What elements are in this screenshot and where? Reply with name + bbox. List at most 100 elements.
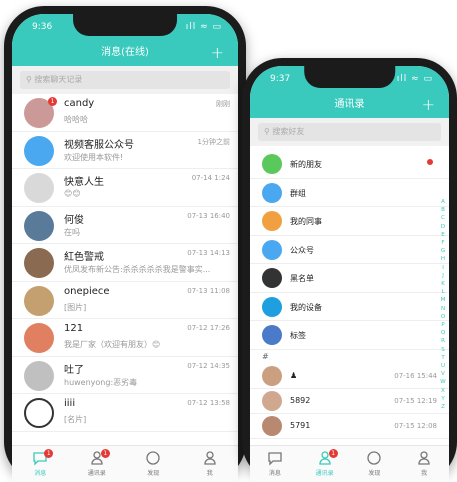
- conversation-name: 视频客服公众号: [64, 139, 134, 151]
- smiley-icon: [24, 398, 54, 428]
- tab-user[interactable]: 我: [190, 450, 230, 477]
- tab-contacts[interactable]: 通讯录 1: [305, 449, 345, 477]
- alphabet-letter[interactable]: U: [439, 362, 447, 370]
- search-placeholder: 搜索聊天记录: [34, 75, 83, 84]
- menu-label: 我的同事: [290, 217, 322, 226]
- alphabet-letter[interactable]: K: [439, 280, 447, 288]
- group-icon: [262, 182, 282, 203]
- status-time: 9:37: [270, 74, 291, 84]
- conversation-row[interactable]: 吐了 huwenyong:恶劣毒 07-12 14:35: [12, 356, 238, 394]
- tab-label: 消息: [268, 470, 281, 477]
- alphabet-letter[interactable]: O: [439, 313, 447, 321]
- conversation-preview: 优凤发布新公告:杀杀杀杀杀我是警事实...: [64, 265, 211, 274]
- conversation-preview: 哈哈哈: [64, 115, 88, 124]
- status-icons: ıll ≈ ▭: [396, 74, 433, 84]
- tab-compass[interactable]: 发现: [354, 450, 394, 477]
- conversation-row[interactable]: 视频客服公众号 欢迎使用本软件! 1分钟之前: [12, 131, 238, 169]
- conversation-row[interactable]: 何俊 在吗 07-13 16:40: [12, 206, 238, 244]
- conversation-row[interactable]: 121 我是厂家（欢迎有朋友）😊 07-12 17:26: [12, 319, 238, 357]
- alphabet-letter[interactable]: S: [439, 346, 447, 354]
- notch: [73, 14, 177, 36]
- menu-label: 公众号: [290, 245, 314, 255]
- new-friend-icon: [262, 154, 282, 174]
- tab-label: 我: [421, 470, 428, 477]
- alphabet-letter[interactable]: T: [439, 354, 447, 362]
- alphabet-letter[interactable]: G: [439, 247, 447, 255]
- conversation-preview: 我是厂家（欢迎有朋友）😊: [64, 340, 161, 349]
- page-title: 消息(在线): [101, 47, 149, 58]
- alphabet-letter[interactable]: B: [439, 206, 447, 214]
- contact-row[interactable]: 5892 07-15 12:19: [250, 388, 449, 414]
- contacts-menu-item[interactable]: 公众号: [250, 235, 449, 264]
- tab-chat[interactable]: 消息: [255, 450, 295, 477]
- menu-label: 新的朋友: [290, 160, 322, 169]
- megaphone-icon: [262, 239, 282, 260]
- contacts-menu-item[interactable]: 标签: [250, 321, 449, 350]
- contact-name: ♟: [290, 370, 298, 380]
- tab-label: 我: [206, 470, 213, 477]
- tab-contacts[interactable]: 通讯录 1: [77, 449, 117, 477]
- compass-icon: [367, 451, 382, 465]
- contact-time: 07-16 15:44: [394, 371, 437, 380]
- alphabet-index[interactable]: ABCDEFGHIJKLMNOPQRSTUVWXYZ: [439, 198, 447, 411]
- alphabet-letter[interactable]: X: [439, 387, 447, 395]
- alphabet-letter[interactable]: D: [439, 223, 447, 231]
- notch: [303, 66, 396, 88]
- contacts-menu-item[interactable]: 我的设备: [250, 292, 449, 321]
- right-screen: 9:37 ıll ≈ ▭ 通讯录 + ⚲ 搜索好友 新的朋友 群组 我的同事 公众号黑…: [250, 66, 449, 482]
- conversation-row[interactable]: candy 哈哈哈 刚刚 1: [12, 94, 238, 132]
- tab-badge: 1: [44, 449, 54, 458]
- left-phone: 9:36 ıll ≈ ▭ 消息(在线) + ⚲ 搜索聊天记录 candy 哈哈哈 刚…: [4, 6, 246, 482]
- alphabet-letter[interactable]: Y: [439, 395, 447, 403]
- alphabet-letter[interactable]: E: [439, 231, 447, 239]
- conversation-row[interactable]: 快意人生 😊😊 07-14 1:24: [12, 169, 238, 207]
- alphabet-letter[interactable]: V: [439, 370, 447, 378]
- add-button[interactable]: +: [211, 40, 224, 66]
- conversation-time: 07-13 11:08: [187, 286, 230, 295]
- tab-badge: 1: [328, 449, 338, 458]
- compass-icon: [146, 451, 160, 465]
- search-icon: ⚲: [264, 127, 270, 136]
- contacts-menu-item[interactable]: 新的朋友: [250, 150, 449, 179]
- alphabet-letter[interactable]: M: [439, 296, 447, 304]
- alphabet-letter[interactable]: P: [439, 321, 447, 329]
- contact-row[interactable]: ♟ 07-16 15:44: [250, 363, 449, 389]
- contact-row[interactable]: 5791 07-15 12:08: [250, 413, 449, 439]
- alphabet-letter[interactable]: H: [439, 255, 447, 263]
- alphabet-letter[interactable]: L: [439, 288, 447, 296]
- alphabet-letter[interactable]: F: [439, 239, 447, 247]
- contacts-menu-item[interactable]: 我的同事: [250, 207, 449, 236]
- conversation-preview: 在吗: [64, 227, 80, 237]
- tab-chat[interactable]: 消息 1: [20, 449, 60, 477]
- alphabet-letter[interactable]: N: [439, 305, 447, 313]
- section-header: #: [262, 351, 269, 361]
- tab-user[interactable]: 我: [404, 450, 444, 477]
- conversation-preview: huwenyong:恶劣毒: [64, 377, 138, 387]
- alphabet-letter[interactable]: Z: [439, 403, 447, 411]
- search-input[interactable]: ⚲ 搜索好友: [258, 123, 441, 141]
- alphabet-letter[interactable]: W: [439, 378, 447, 386]
- contacts-menu-item[interactable]: 黑名单: [250, 264, 449, 293]
- megaphone-icon: [24, 135, 54, 166]
- search-bar: ⚲ 搜索聊天记录: [12, 66, 238, 94]
- device-icon: [262, 296, 282, 317]
- search-input[interactable]: ⚲ 搜索聊天记录: [20, 71, 230, 89]
- blacklist-icon: [262, 268, 282, 288]
- contact-name: 5791: [290, 420, 311, 430]
- conversation-row[interactable]: onepiece [图片] 07-13 11:08: [12, 281, 238, 319]
- alphabet-letter[interactable]: C: [439, 214, 447, 222]
- alphabet-letter[interactable]: I: [439, 264, 447, 272]
- tab-compass[interactable]: 发现: [133, 450, 173, 477]
- alphabet-letter[interactable]: Q: [439, 329, 447, 337]
- person-photo: [24, 210, 54, 241]
- alphabet-letter[interactable]: A: [439, 198, 447, 206]
- menu-label: 群组: [290, 188, 306, 198]
- alphabet-letter[interactable]: J: [439, 272, 447, 280]
- alphabet-letter[interactable]: R: [439, 337, 447, 345]
- add-button[interactable]: +: [422, 92, 435, 118]
- conversation-name: 121: [64, 323, 84, 334]
- conversation-row[interactable]: 紅色警戒 优凤发布新公告:杀杀杀杀杀我是警事实... 07-13 14:13: [12, 244, 238, 282]
- contacts-menu-item[interactable]: 群组: [250, 178, 449, 207]
- default-avatar: [24, 173, 54, 203]
- conversation-row[interactable]: iiii [名片] 07-12 13:58: [12, 394, 238, 432]
